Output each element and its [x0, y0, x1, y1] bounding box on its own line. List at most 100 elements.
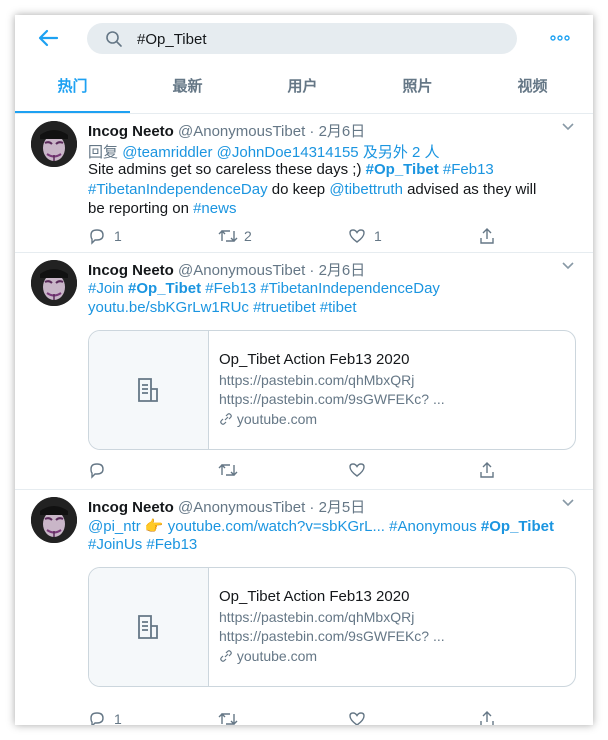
card-domain-text: youtube.com: [236, 411, 318, 427]
card-domain: youtube.com: [219, 411, 317, 427]
card-description: https://pastebin.com/qhMbxQRj: [219, 609, 415, 625]
reply-icon: [90, 229, 104, 245]
like-button[interactable]: [348, 460, 378, 480]
tweet-text-line: #JoinUs #Feb13: [88, 536, 197, 553]
reply-more-link[interactable]: 及另外 2 人: [363, 144, 440, 161]
avatar[interactable]: [31, 121, 77, 167]
chevron-down-icon[interactable]: [561, 122, 575, 132]
user-handle[interactable]: @AnonymousTibet: [178, 262, 305, 279]
user-handle[interactable]: @AnonymousTibet: [178, 499, 305, 516]
card-description: https://pastebin.com/qhMbxQRj: [219, 372, 415, 388]
display-name[interactable]: Incog Neeto: [88, 262, 174, 279]
hashtag-link[interactable]: #Feb13: [146, 536, 197, 553]
retweet-button[interactable]: [218, 460, 248, 480]
tab-people[interactable]: 用户: [245, 65, 360, 113]
share-icon: [480, 228, 494, 244]
retweet-icon: [218, 713, 238, 725]
more-icon[interactable]: [549, 29, 571, 47]
like-icon: [349, 229, 365, 243]
like-button[interactable]: 1: [348, 226, 408, 246]
card-description: https://pastebin.com/9sGWFEKc? ...: [219, 391, 445, 407]
tweet[interactable]: Incog Neeto @AnonymousTibet · 2月6日 #Join…: [15, 253, 593, 490]
retweet-icon: [218, 464, 238, 476]
hashtag-link[interactable]: #JoinUs: [88, 536, 142, 553]
tweet-actions: 1: [88, 709, 508, 725]
search-input[interactable]: [137, 28, 497, 50]
chevron-down-icon[interactable]: [561, 498, 575, 508]
reply-button[interactable]: [88, 460, 118, 480]
reply-count: 1: [114, 711, 122, 725]
tweet[interactable]: Incog Neeto @AnonymousTibet · 2月5日 @pi_n…: [15, 490, 593, 725]
link-card[interactable]: Op_Tibet Action Feb13 2020 https://paste…: [88, 330, 576, 450]
search-icon: [106, 31, 122, 47]
retweet-button[interactable]: [218, 709, 248, 725]
tweet-text-line: #TibetanIndependenceDay do keep @tibettr…: [88, 181, 536, 198]
tweet-actions: [88, 460, 508, 480]
tab-videos[interactable]: 视频: [475, 65, 590, 113]
hashtag-link[interactable]: #tibet: [320, 299, 357, 316]
tweet[interactable]: Incog Neeto @AnonymousTibet · 2月6日 回复 @t…: [15, 114, 593, 253]
hashtag-link[interactable]: #Op_Tibet: [366, 161, 439, 178]
chevron-down-icon[interactable]: [561, 261, 575, 271]
tweet-text: advised as they will: [407, 181, 537, 198]
mention-link[interactable]: @JohnDoe14314155: [217, 144, 359, 161]
tab-photos[interactable]: 照片: [360, 65, 475, 113]
link-card[interactable]: Op_Tibet Action Feb13 2020 https://paste…: [88, 567, 576, 687]
display-name[interactable]: Incog Neeto: [88, 499, 174, 516]
reply-icon: [90, 712, 104, 725]
share-button[interactable]: [478, 709, 508, 725]
mention-link[interactable]: @pi_ntr: [88, 518, 141, 535]
tweet-date[interactable]: 2月6日: [319, 123, 366, 140]
hashtag-link[interactable]: #Feb13: [205, 280, 256, 297]
tweet-text: do keep: [271, 181, 326, 198]
user-handle[interactable]: @AnonymousTibet: [178, 123, 305, 140]
tweet-header: Incog Neeto @AnonymousTibet · 2月5日: [88, 496, 365, 517]
url-link[interactable]: youtu.be/sbKGrLw1RUc: [88, 299, 249, 316]
tweet-actions: 1 2 1: [88, 226, 508, 246]
tweet-date[interactable]: 2月6日: [319, 262, 366, 279]
tweet-date[interactable]: 2月5日: [319, 499, 366, 516]
tweet-text-line: @pi_ntr 👉 youtube.com/watch?v=sbKGrL... …: [88, 517, 554, 535]
reply-button[interactable]: 1: [88, 709, 148, 725]
hashtag-link[interactable]: #Op_Tibet: [481, 518, 554, 535]
link-icon: [220, 413, 232, 425]
search-box[interactable]: [87, 23, 517, 54]
tweet-text-line: youtu.be/sbKGrLw1RUc #truetibet #tibet: [88, 299, 357, 316]
tweet-text: be reporting on: [88, 200, 189, 217]
avatar[interactable]: [31, 497, 77, 543]
card-title: Op_Tibet Action Feb13 2020: [219, 351, 410, 368]
back-arrow-icon[interactable]: [37, 27, 59, 49]
tab-latest[interactable]: 最新: [130, 65, 245, 113]
hashtag-link[interactable]: #truetibet: [253, 299, 316, 316]
hashtag-link[interactable]: #TibetanIndependenceDay: [88, 181, 268, 198]
share-button[interactable]: [478, 226, 508, 246]
hashtag-link[interactable]: #news: [193, 200, 236, 217]
hashtag-link[interactable]: #Anonymous: [389, 518, 477, 535]
avatar[interactable]: [31, 260, 77, 306]
hashtag-link[interactable]: #Op_Tibet: [128, 280, 201, 297]
like-icon: [349, 463, 365, 477]
mention-link[interactable]: @tibettruth: [329, 181, 403, 198]
hashtag-link[interactable]: #Join: [88, 280, 124, 297]
document-icon: [138, 615, 158, 639]
like-button[interactable]: [348, 709, 378, 725]
hashtag-link[interactable]: #Feb13: [443, 161, 494, 178]
tab-top[interactable]: 热门: [15, 65, 130, 113]
tweet-text: Site admins get so careless these days ;…: [88, 161, 362, 178]
mention-link[interactable]: @teamriddler: [122, 144, 212, 161]
reply-icon: [90, 463, 104, 479]
share-button[interactable]: [478, 460, 508, 480]
hashtag-link[interactable]: #TibetanIndependenceDay: [260, 280, 440, 297]
tweet-text-line: #Join #Op_Tibet #Feb13 #TibetanIndepende…: [88, 280, 440, 297]
card-domain: youtube.com: [219, 648, 317, 664]
url-link[interactable]: youtube.com/watch?v=sbKGrL...: [168, 518, 385, 535]
link-icon: [220, 650, 232, 662]
reply-context: 回复 @teamriddler @JohnDoe14314155 及另外 2 人: [88, 141, 440, 162]
search-tabs: 热门 最新 用户 照片 视频: [15, 65, 593, 114]
display-name[interactable]: Incog Neeto: [88, 123, 174, 140]
retweet-count: 2: [244, 228, 252, 244]
card-thumbnail: [89, 568, 209, 686]
retweet-button[interactable]: 2: [218, 226, 278, 246]
reply-button[interactable]: 1: [88, 226, 148, 246]
retweet-icon: [218, 230, 238, 242]
